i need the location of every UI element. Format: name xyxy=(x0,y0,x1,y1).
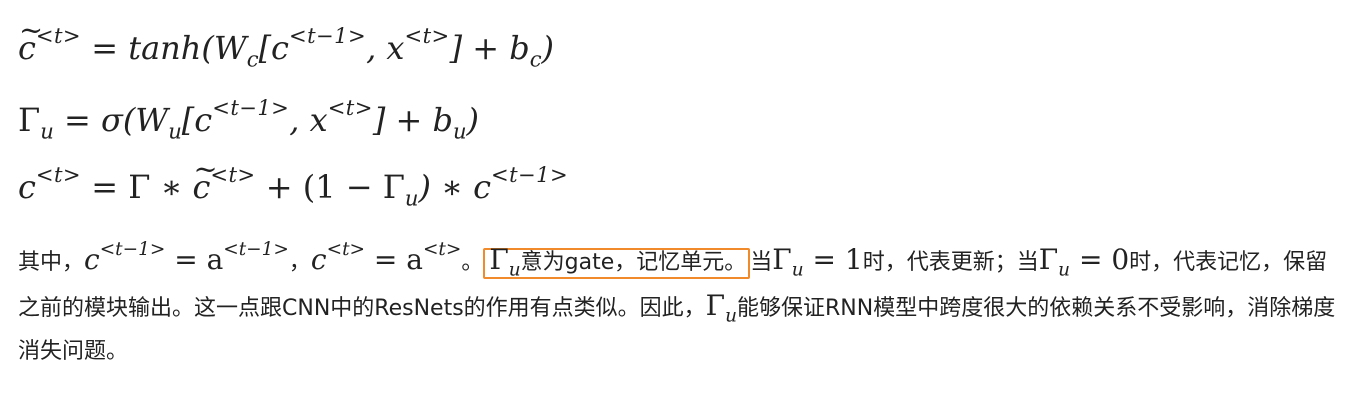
highlight-text: 意为gate，记忆单元。 xyxy=(520,250,747,275)
eq2-part: <t> xyxy=(327,95,373,121)
text-run: 其中， xyxy=(18,250,85,275)
eq2-part: <t−1> xyxy=(212,95,290,121)
eq1-part: <t> xyxy=(404,23,450,49)
equation-candidate-memory: c<t> = tanh(Wc[c<t−1>, x<t>] + bc) xyxy=(18,10,555,72)
eq3-lhs-sup: <t> xyxy=(35,162,82,188)
inline-math-c-eq-a: c<t> = a<t> xyxy=(310,239,462,276)
eq2-part: ] + b xyxy=(372,101,453,139)
eq1-part: tanh(W xyxy=(128,29,247,67)
inline-math-c-eq-a-prev: c<t−1> = a<t−1> xyxy=(84,239,289,276)
eq2-lhs: Γ xyxy=(18,101,41,139)
text-run: 时，代表更新；当 xyxy=(862,250,1039,275)
inline-math-gamma: Γu xyxy=(705,289,737,327)
equation-update-gate: Γu = σ(Wu[c<t−1>, x<t>] + bu) xyxy=(18,95,480,144)
eq2-part: [c xyxy=(181,101,213,139)
eq3-part: u xyxy=(404,185,419,211)
eq1-part: c xyxy=(529,46,542,72)
eq1-lhs: c xyxy=(18,10,43,68)
text-run: 当 xyxy=(750,250,773,275)
eq1-part: [c xyxy=(258,29,289,67)
eq1-part: ] + b xyxy=(449,29,530,67)
eq2-part: u xyxy=(168,118,182,144)
eq3-part: c xyxy=(193,149,218,207)
eq2-part: σ(W xyxy=(100,101,169,139)
eq2-part: , x xyxy=(289,101,328,139)
explanation-paragraph: 其中，c<t−1> = a<t−1>，c<t> = a<t>。 Γu意为gate，… xyxy=(18,238,1348,373)
eq3-part: ) ∗ c xyxy=(418,168,492,206)
eq1-part: , x xyxy=(366,29,405,67)
text-run: 。 xyxy=(461,250,484,275)
equation-memory-cell: c<t> = Γ ∗ c<t> + (1 − Γu) ∗ c<t−1> xyxy=(18,149,568,211)
eq3-lhs: c xyxy=(18,168,36,206)
eq2-part: u xyxy=(452,118,467,144)
eq2-part: ) xyxy=(466,101,480,139)
eq1-part: c xyxy=(246,46,259,72)
eq3-part: <t−1> xyxy=(491,162,569,188)
highlight-box-gate: Γu意为gate，记忆单元。 xyxy=(483,243,751,279)
eq2-lhs-sub: u xyxy=(40,118,54,144)
eq3-part: Γ ∗ xyxy=(128,168,193,206)
text-run: ， xyxy=(288,250,311,275)
inline-math-gamma-eq-0: Γu = 0 xyxy=(1038,243,1130,281)
inline-math-gamma-eq-1: Γu = 1 xyxy=(772,243,863,281)
eq1-part: ) xyxy=(541,29,555,67)
eq3-part: + (1 − Γ xyxy=(255,168,405,206)
eq1-part: <t−1> xyxy=(288,23,367,49)
